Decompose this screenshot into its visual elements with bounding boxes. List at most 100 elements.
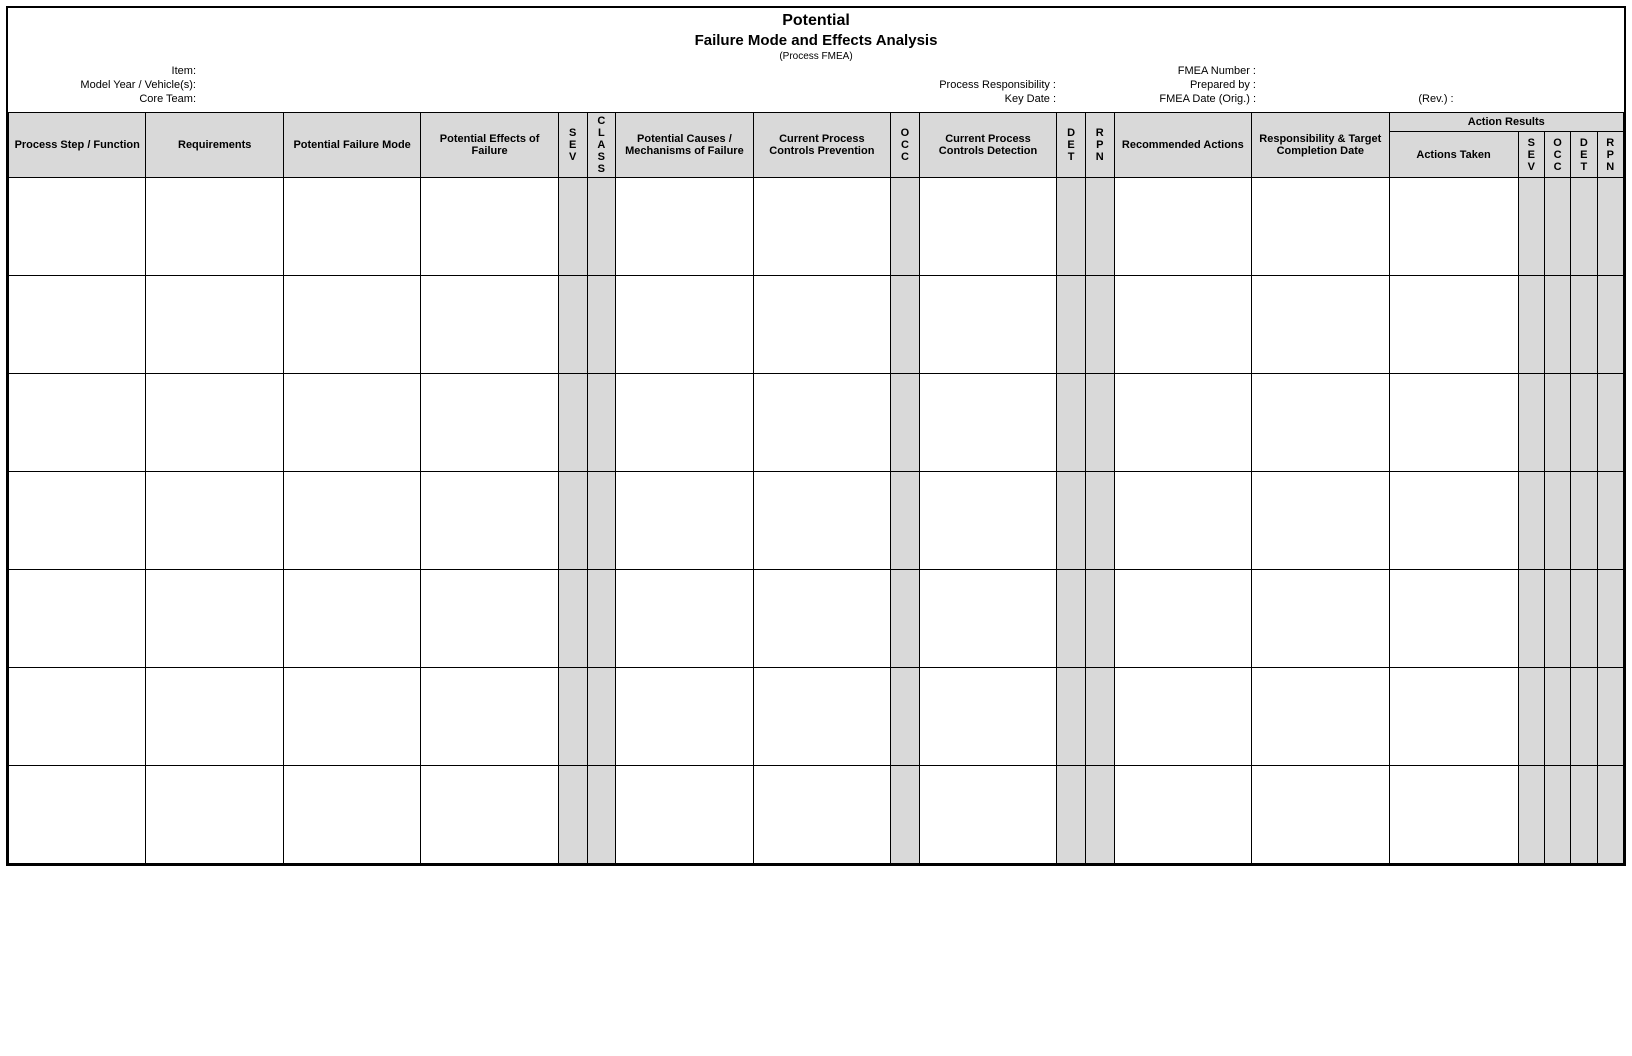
cell	[421, 766, 558, 864]
cell	[1518, 276, 1544, 374]
hdr-sev: SEV	[558, 113, 587, 178]
title-line3: (Process FMEA)	[8, 51, 1624, 62]
cell	[146, 766, 283, 864]
cell	[1597, 570, 1624, 668]
cell	[753, 766, 890, 864]
cell	[558, 668, 587, 766]
cell	[146, 374, 283, 472]
cell	[1518, 766, 1544, 864]
cell	[587, 374, 616, 472]
cell	[1597, 472, 1624, 570]
meta-col1: Item: Model Year / Vehicle(s): Core Team…	[16, 64, 196, 106]
cell	[1252, 766, 1389, 864]
meta-resp-label: Process Responsibility :	[196, 78, 1056, 92]
hdr-rpn2: RPN	[1597, 132, 1624, 178]
cell	[1114, 374, 1251, 472]
fmea-table: Process Step / Function Requirements Pot…	[8, 112, 1624, 864]
cell	[283, 570, 420, 668]
cell	[1057, 374, 1086, 472]
cell	[283, 178, 420, 276]
cell	[421, 472, 558, 570]
cell	[616, 374, 753, 472]
cell	[558, 276, 587, 374]
cell	[891, 374, 920, 472]
cell	[558, 178, 587, 276]
spacer	[1256, 78, 1616, 92]
cell	[891, 668, 920, 766]
cell	[1544, 668, 1570, 766]
cell	[1518, 472, 1544, 570]
cell	[1252, 472, 1389, 570]
cell	[616, 766, 753, 864]
cell	[1571, 276, 1597, 374]
meta-date-label: FMEA Date (Orig.) :	[1056, 92, 1256, 106]
cell	[1544, 178, 1570, 276]
cell	[558, 570, 587, 668]
table-row	[9, 276, 1624, 374]
cell	[146, 570, 283, 668]
cell	[1389, 178, 1518, 276]
cell	[1252, 178, 1389, 276]
meta-prep-label: Prepared by :	[1056, 78, 1256, 92]
hdr-rpn: RPN	[1085, 113, 1114, 178]
cell	[1389, 374, 1518, 472]
title-line1: Potential	[8, 12, 1624, 30]
cell	[891, 178, 920, 276]
cell	[1389, 570, 1518, 668]
cell	[753, 276, 890, 374]
cell	[1085, 570, 1114, 668]
hdr-resp-date: Responsibility & Target Completion Date	[1252, 113, 1389, 178]
table-body	[9, 178, 1624, 864]
meta-num-label: FMEA Number :	[1056, 64, 1256, 78]
cell	[421, 276, 558, 374]
spacer	[196, 64, 1056, 78]
cell	[1544, 374, 1570, 472]
cell	[1057, 276, 1086, 374]
cell	[558, 472, 587, 570]
title-line2: Failure Mode and Effects Analysis	[8, 32, 1624, 49]
cell	[1114, 668, 1251, 766]
cell	[1597, 766, 1624, 864]
cell	[421, 178, 558, 276]
hdr-actions-taken: Actions Taken	[1389, 132, 1518, 178]
cell	[283, 276, 420, 374]
table-row	[9, 766, 1624, 864]
table-row	[9, 374, 1624, 472]
cell	[1252, 276, 1389, 374]
cell	[1057, 668, 1086, 766]
cell	[1085, 472, 1114, 570]
table-row	[9, 668, 1624, 766]
cell	[616, 178, 753, 276]
cell	[1252, 374, 1389, 472]
cell	[587, 766, 616, 864]
cell	[1544, 570, 1570, 668]
hdr-rec: Recommended Actions	[1114, 113, 1251, 178]
table-row	[9, 570, 1624, 668]
hdr-class: CLASS	[587, 113, 616, 178]
cell	[1057, 570, 1086, 668]
cell	[1389, 668, 1518, 766]
cell	[1114, 766, 1251, 864]
cell	[1544, 276, 1570, 374]
meta-key-label: Key Date :	[196, 92, 1056, 106]
cell	[558, 374, 587, 472]
cell	[587, 178, 616, 276]
cell	[283, 472, 420, 570]
cell	[753, 472, 890, 570]
cell	[9, 668, 146, 766]
cell	[1518, 570, 1544, 668]
cell	[1544, 766, 1570, 864]
cell	[283, 374, 420, 472]
cell	[1085, 178, 1114, 276]
cell	[421, 374, 558, 472]
cell	[1597, 668, 1624, 766]
cell	[1597, 178, 1624, 276]
cell	[1252, 668, 1389, 766]
cell	[558, 766, 587, 864]
cell	[1518, 178, 1544, 276]
cell	[283, 668, 420, 766]
hdr-pfm: Potential Failure Mode	[283, 113, 420, 178]
cell	[616, 570, 753, 668]
table-head: Process Step / Function Requirements Pot…	[9, 113, 1624, 178]
cell	[587, 276, 616, 374]
